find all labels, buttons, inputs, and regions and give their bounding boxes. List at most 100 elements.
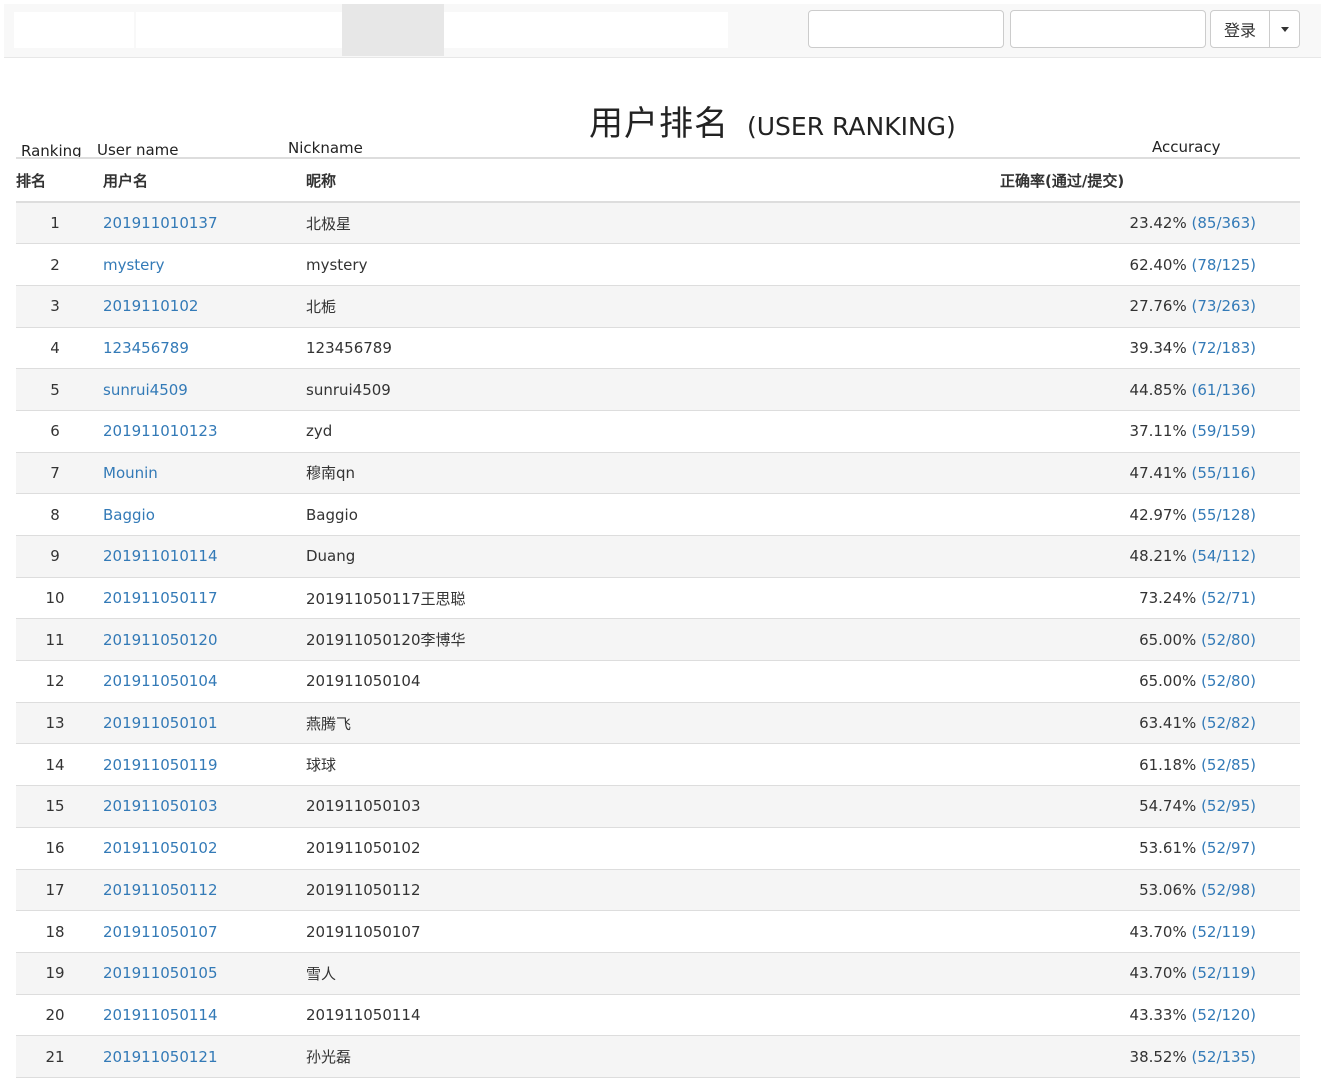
table-row: 15 201911050103 201911050103 54.74% (52/95) <box>16 785 1300 828</box>
login-dropdown-toggle[interactable] <box>1270 10 1300 48</box>
nav-item[interactable] <box>136 12 342 48</box>
user-name-link[interactable]: 201911050121 <box>103 1048 218 1066</box>
submission-ratio-link[interactable]: (52/71) <box>1201 589 1256 607</box>
user-name-link[interactable]: mystery <box>103 256 164 274</box>
submission-ratio-link[interactable]: (52/119) <box>1192 964 1256 982</box>
submission-ratio-link[interactable]: (61/136) <box>1192 381 1256 399</box>
submission-ratio-link[interactable]: (85/363) <box>1192 214 1256 232</box>
login-button-group: 登录 <box>1210 10 1300 48</box>
accuracy-percent: 43.70% <box>1129 964 1187 983</box>
submission-ratio-link[interactable]: (52/80) <box>1201 631 1256 649</box>
user-name-link[interactable]: Baggio <box>103 506 155 524</box>
user-name-link[interactable]: 201911050105 <box>103 964 218 982</box>
table-row: 9 201911010114 Duang 48.21% (54/112) <box>16 535 1300 578</box>
accuracy-cell: 38.52% (52/135) <box>1000 1035 1300 1078</box>
accuracy-cell: 27.76% (73/263) <box>1000 284 1300 328</box>
rank-cell: 11 <box>16 618 94 661</box>
rank-cell: 3 <box>16 284 94 328</box>
submission-ratio-link[interactable]: (52/120) <box>1192 1006 1256 1024</box>
rank-cell: 6 <box>16 409 94 453</box>
accuracy-percent: 63.41% <box>1139 714 1197 733</box>
user-name-link[interactable]: 201911050117 <box>103 589 218 607</box>
nav-item[interactable] <box>444 12 728 48</box>
user-name-link[interactable]: Mounin <box>103 464 158 482</box>
user-name-link[interactable]: 201911050119 <box>103 756 218 774</box>
nickname-cell: 201911050114 <box>297 993 1000 1036</box>
user-name-cell: 201911010137 <box>94 201 297 244</box>
user-name-link[interactable]: 123456789 <box>103 339 189 357</box>
top-navbar: 登录 <box>4 4 1321 58</box>
rank-cell: 18 <box>16 910 94 953</box>
login-button[interactable]: 登录 <box>1210 10 1270 48</box>
submission-ratio-link[interactable]: (72/183) <box>1192 339 1256 357</box>
table-row: 2 mystery mystery 62.40% (78/125) <box>16 243 1300 286</box>
accuracy-percent: 42.97% <box>1129 505 1187 524</box>
user-name-link[interactable]: 201911050112 <box>103 881 218 899</box>
accuracy-cell: 63.41% (52/82) <box>1000 701 1300 744</box>
submission-ratio-link[interactable]: (73/263) <box>1192 297 1256 315</box>
submission-ratio-link[interactable]: (52/97) <box>1201 839 1256 857</box>
submission-ratio-link[interactable]: (52/85) <box>1201 756 1256 774</box>
submission-ratio-link[interactable]: (55/116) <box>1192 464 1256 482</box>
submission-ratio-link[interactable]: (54/112) <box>1192 547 1256 565</box>
nickname-cell: 201911050120李博华 <box>297 618 1000 661</box>
header-user-name: 用户名 <box>94 157 297 203</box>
table-row: 20 201911050114 201911050114 43.33% (52/120… <box>16 993 1300 1036</box>
accuracy-cell: 65.00% (52/80) <box>1000 618 1300 661</box>
nav-brand[interactable] <box>14 12 134 48</box>
submission-ratio-link[interactable]: (52/98) <box>1201 881 1256 899</box>
submission-ratio-link[interactable]: (59/159) <box>1192 422 1256 440</box>
accuracy-percent: 44.85% <box>1129 380 1187 399</box>
submission-ratio-link[interactable]: (52/80) <box>1201 672 1256 690</box>
rank-cell: 2 <box>16 243 94 286</box>
table-row: 11 201911050120 201911050120李博华 65.00% (52/… <box>16 618 1300 661</box>
user-name-link[interactable]: 201911010123 <box>103 422 218 440</box>
user-name-link[interactable]: sunrui4509 <box>103 381 188 399</box>
nickname-cell: 穆南qn <box>297 451 1000 494</box>
user-name-cell: 201911010123 <box>94 409 297 453</box>
submission-ratio-link[interactable]: (55/128) <box>1192 506 1256 524</box>
nickname-cell: mystery <box>297 243 1000 286</box>
accuracy-percent: 65.00% <box>1139 630 1197 649</box>
submission-ratio-link[interactable]: (52/135) <box>1192 1048 1256 1066</box>
rank-cell: 13 <box>16 701 94 744</box>
user-name-link[interactable]: 201911050114 <box>103 1006 218 1024</box>
rank-cell: 7 <box>16 451 94 494</box>
user-name-cell: 201911050119 <box>94 743 297 786</box>
user-name-cell: Mounin <box>94 451 297 494</box>
submission-ratio-link[interactable]: (78/125) <box>1192 256 1256 274</box>
user-name-link[interactable]: 201911050101 <box>103 714 218 732</box>
user-name-link[interactable]: 201911050107 <box>103 923 218 941</box>
nav-item-active[interactable] <box>342 4 444 56</box>
user-name-link[interactable]: 201911010114 <box>103 547 218 565</box>
user-name-cell: 123456789 <box>94 326 297 369</box>
accuracy-percent: 38.52% <box>1129 1047 1187 1066</box>
nickname-cell: 燕腾飞 <box>297 701 1000 744</box>
user-name-link[interactable]: 201911050104 <box>103 672 218 690</box>
user-name-link[interactable]: 201911050103 <box>103 797 218 815</box>
user-name-link[interactable]: 201911050102 <box>103 839 218 857</box>
submission-ratio-link[interactable]: (52/95) <box>1201 797 1256 815</box>
rank-cell: 8 <box>16 493 94 536</box>
submission-ratio-link[interactable]: (52/82) <box>1201 714 1256 732</box>
user-name-cell: 201911050112 <box>94 868 297 911</box>
accuracy-percent: 39.34% <box>1129 338 1187 357</box>
user-name-link[interactable]: 201911050120 <box>103 631 218 649</box>
user-name-link[interactable]: 2019110102 <box>103 297 198 315</box>
nickname-cell: 雪人 <box>297 951 1000 995</box>
accuracy-cell: 54.74% (52/95) <box>1000 785 1300 828</box>
rank-cell: 10 <box>16 576 94 619</box>
accuracy-cell: 62.40% (78/125) <box>1000 243 1300 286</box>
accuracy-cell: 48.21% (54/112) <box>1000 535 1300 578</box>
submission-ratio-link[interactable]: (52/119) <box>1192 923 1256 941</box>
username-input[interactable] <box>808 10 1004 48</box>
password-input[interactable] <box>1010 10 1206 48</box>
accuracy-cell: 44.85% (61/136) <box>1000 368 1300 411</box>
user-name-link[interactable]: 201911010137 <box>103 214 218 232</box>
nickname-cell: 201911050103 <box>297 785 1000 828</box>
rank-cell: 19 <box>16 951 94 995</box>
rank-cell: 14 <box>16 743 94 786</box>
user-name-cell: Baggio <box>94 493 297 536</box>
accuracy-percent: 23.42% <box>1129 214 1187 233</box>
accuracy-cell: 42.97% (55/128) <box>1000 493 1300 536</box>
